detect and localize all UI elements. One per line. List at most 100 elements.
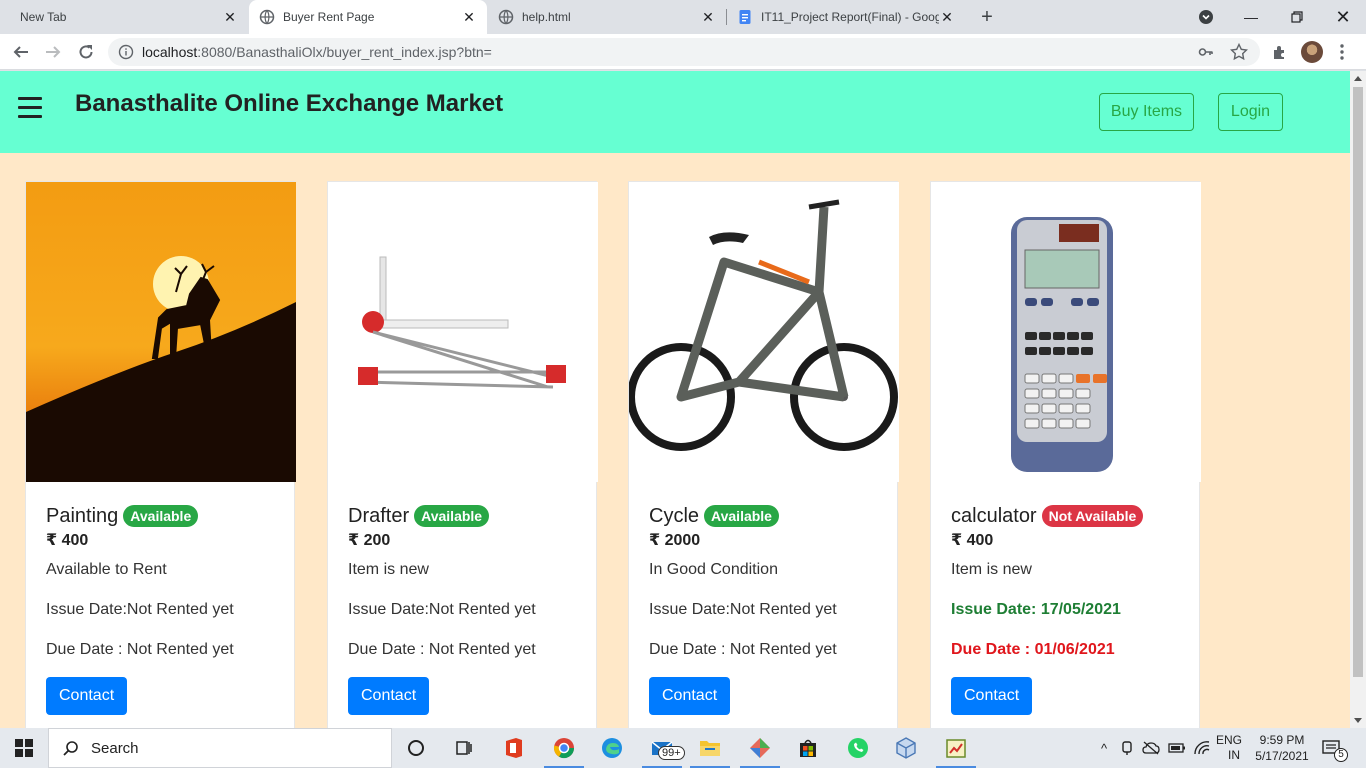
- item-issue-date: Issue Date:Not Rented yet: [649, 601, 837, 618]
- item-image-cycle[interactable]: [629, 182, 899, 482]
- back-arrow-icon[interactable]: [9, 40, 33, 64]
- meet-now-icon[interactable]: [1120, 740, 1134, 756]
- wifi-icon[interactable]: [1194, 741, 1210, 755]
- brand-title: Banasthalite Online Exchange Market: [75, 90, 504, 117]
- 3d-viewer-icon[interactable]: [882, 728, 930, 768]
- item-image-calculator[interactable]: [931, 182, 1201, 482]
- battery-icon[interactable]: [1168, 742, 1186, 754]
- system-tray: ^: [1096, 728, 1210, 768]
- item-title-row: Painting Available: [46, 502, 286, 530]
- notification-count: 5: [1334, 748, 1348, 762]
- store-icon[interactable]: [784, 728, 832, 768]
- contact-button[interactable]: Contact: [348, 677, 430, 715]
- item-price: ₹ 2000: [649, 532, 701, 549]
- language-indicator[interactable]: ENG IN: [1216, 728, 1242, 768]
- url-text: localhost:8080/BanasthaliOlx/buyer_rent_…: [142, 44, 492, 60]
- taskbar: Search 99+ ^ ENG IN 9:59 PM 5/17/2021 5: [0, 728, 1366, 768]
- tab-strip: New Tab ✕ Buyer Rent Page ✕ help.html ✕ …: [0, 0, 1366, 34]
- star-icon[interactable]: [1230, 43, 1248, 61]
- item-name: Cycle: [649, 504, 700, 527]
- tab-title: Buyer Rent Page: [283, 10, 375, 24]
- item-card-cycle: Cycle Available ₹ 2000 In Good Condition…: [628, 181, 899, 728]
- item-card-painting: Painting Available ₹ 400 Available to Re…: [25, 181, 296, 728]
- whatsapp-icon[interactable]: [834, 728, 882, 768]
- lang-bottom: IN: [1228, 748, 1240, 762]
- item-image-painting[interactable]: [26, 182, 296, 482]
- item-issue-date: Issue Date:Not Rented yet: [46, 601, 234, 618]
- file-explorer-icon[interactable]: [686, 728, 734, 768]
- window-close-icon[interactable]: ✕: [1320, 0, 1366, 34]
- tab-help-html[interactable]: help.html ✕: [488, 0, 726, 34]
- hamburger-menu-icon[interactable]: [18, 97, 42, 119]
- edge-icon[interactable]: [588, 728, 636, 768]
- minimize-icon[interactable]: —: [1228, 0, 1274, 34]
- item-description: Item is new: [951, 561, 1032, 578]
- info-icon[interactable]: [118, 44, 134, 60]
- scroll-down-icon[interactable]: [1354, 718, 1362, 723]
- tab-new-tab[interactable]: New Tab ✕: [8, 0, 248, 34]
- navbar: Banasthalite Online Exchange Market Buy …: [0, 71, 1350, 153]
- close-icon[interactable]: ✕: [461, 9, 477, 25]
- item-issue-date: Issue Date: 17/05/2021: [951, 601, 1121, 618]
- mail-icon[interactable]: 99+: [638, 728, 686, 768]
- item-description: Item is new: [348, 561, 429, 578]
- item-due-date: Due Date : Not Rented yet: [649, 641, 837, 658]
- search-icon: [63, 741, 78, 756]
- close-icon[interactable]: ✕: [700, 9, 716, 25]
- forward-arrow-icon[interactable]: [41, 40, 65, 64]
- scroll-up-icon[interactable]: [1354, 76, 1362, 81]
- office-icon[interactable]: [490, 728, 538, 768]
- contact-button[interactable]: Contact: [951, 677, 1033, 715]
- login-button[interactable]: Login: [1218, 93, 1283, 131]
- docs-icon: [739, 10, 751, 24]
- item-body: calculator Not Available ₹ 400 Item is n…: [951, 502, 1191, 715]
- cortana-icon[interactable]: [392, 728, 440, 768]
- item-title-row: Cycle Available: [649, 502, 889, 530]
- reload-icon[interactable]: [74, 40, 98, 64]
- item-body: Cycle Available ₹ 2000 In Good Condition…: [649, 502, 889, 715]
- taskbar-search-box[interactable]: Search: [48, 728, 392, 768]
- buy-items-button[interactable]: Buy Items: [1099, 93, 1194, 131]
- cloud-off-icon[interactable]: [1142, 741, 1160, 755]
- menu-kebab-icon[interactable]: [1330, 40, 1354, 64]
- item-due-date: Due Date : Not Rented yet: [348, 641, 536, 658]
- task-view-icon[interactable]: [440, 728, 488, 768]
- item-due-date: Due Date : 01/06/2021: [951, 641, 1115, 658]
- tab-title: help.html: [522, 10, 571, 24]
- restore-icon[interactable]: [1274, 0, 1320, 34]
- url-path: :8080/BanasthaliOlx/buyer_rent_index.jsp…: [197, 44, 492, 60]
- item-description: In Good Condition: [649, 561, 778, 578]
- tab-project-report[interactable]: IT11_Project Report(Final) - Goog ✕: [727, 0, 965, 34]
- tab-search-icon[interactable]: [1184, 0, 1228, 34]
- gem-app-icon[interactable]: [736, 728, 784, 768]
- item-body: Drafter Available ₹ 200 Item is new Issu…: [348, 502, 588, 715]
- tab-title: IT11_Project Report(Final) - Goog: [761, 10, 939, 24]
- chevron-up-icon[interactable]: ^: [1096, 741, 1112, 756]
- project-app-icon[interactable]: [932, 728, 980, 768]
- windows-start-icon[interactable]: [0, 728, 48, 768]
- profile-avatar[interactable]: [1301, 41, 1323, 63]
- clock-date: 5/17/2021: [1255, 749, 1309, 763]
- key-icon[interactable]: [1198, 44, 1214, 60]
- item-title-row: calculator Not Available: [951, 502, 1191, 530]
- globe-icon: [259, 9, 275, 25]
- contact-button[interactable]: Contact: [649, 677, 731, 715]
- page-scrollbar[interactable]: [1350, 71, 1366, 728]
- clock[interactable]: 9:59 PM 5/17/2021: [1252, 728, 1312, 768]
- chrome-icon[interactable]: [540, 728, 588, 768]
- address-bar[interactable]: localhost:8080/BanasthaliOlx/buyer_rent_…: [108, 38, 1260, 66]
- browser-toolbar: localhost:8080/BanasthaliOlx/buyer_rent_…: [0, 34, 1366, 70]
- notifications-icon[interactable]: 5: [1322, 728, 1348, 768]
- scrollbar-thumb[interactable]: [1353, 87, 1363, 677]
- globe-icon: [498, 9, 514, 25]
- close-icon[interactable]: ✕: [222, 9, 238, 25]
- clock-time: 9:59 PM: [1259, 733, 1305, 747]
- status-badge: Available: [704, 505, 779, 527]
- tab-buyer-rent-page[interactable]: Buyer Rent Page ✕: [249, 0, 487, 34]
- new-tab-plus-icon[interactable]: +: [977, 7, 997, 27]
- page-viewport: Banasthalite Online Exchange Market Buy …: [0, 71, 1350, 728]
- item-image-drafter[interactable]: [328, 182, 598, 482]
- close-icon[interactable]: ✕: [939, 9, 955, 25]
- contact-button[interactable]: Contact: [46, 677, 128, 715]
- extensions-icon[interactable]: [1268, 40, 1292, 64]
